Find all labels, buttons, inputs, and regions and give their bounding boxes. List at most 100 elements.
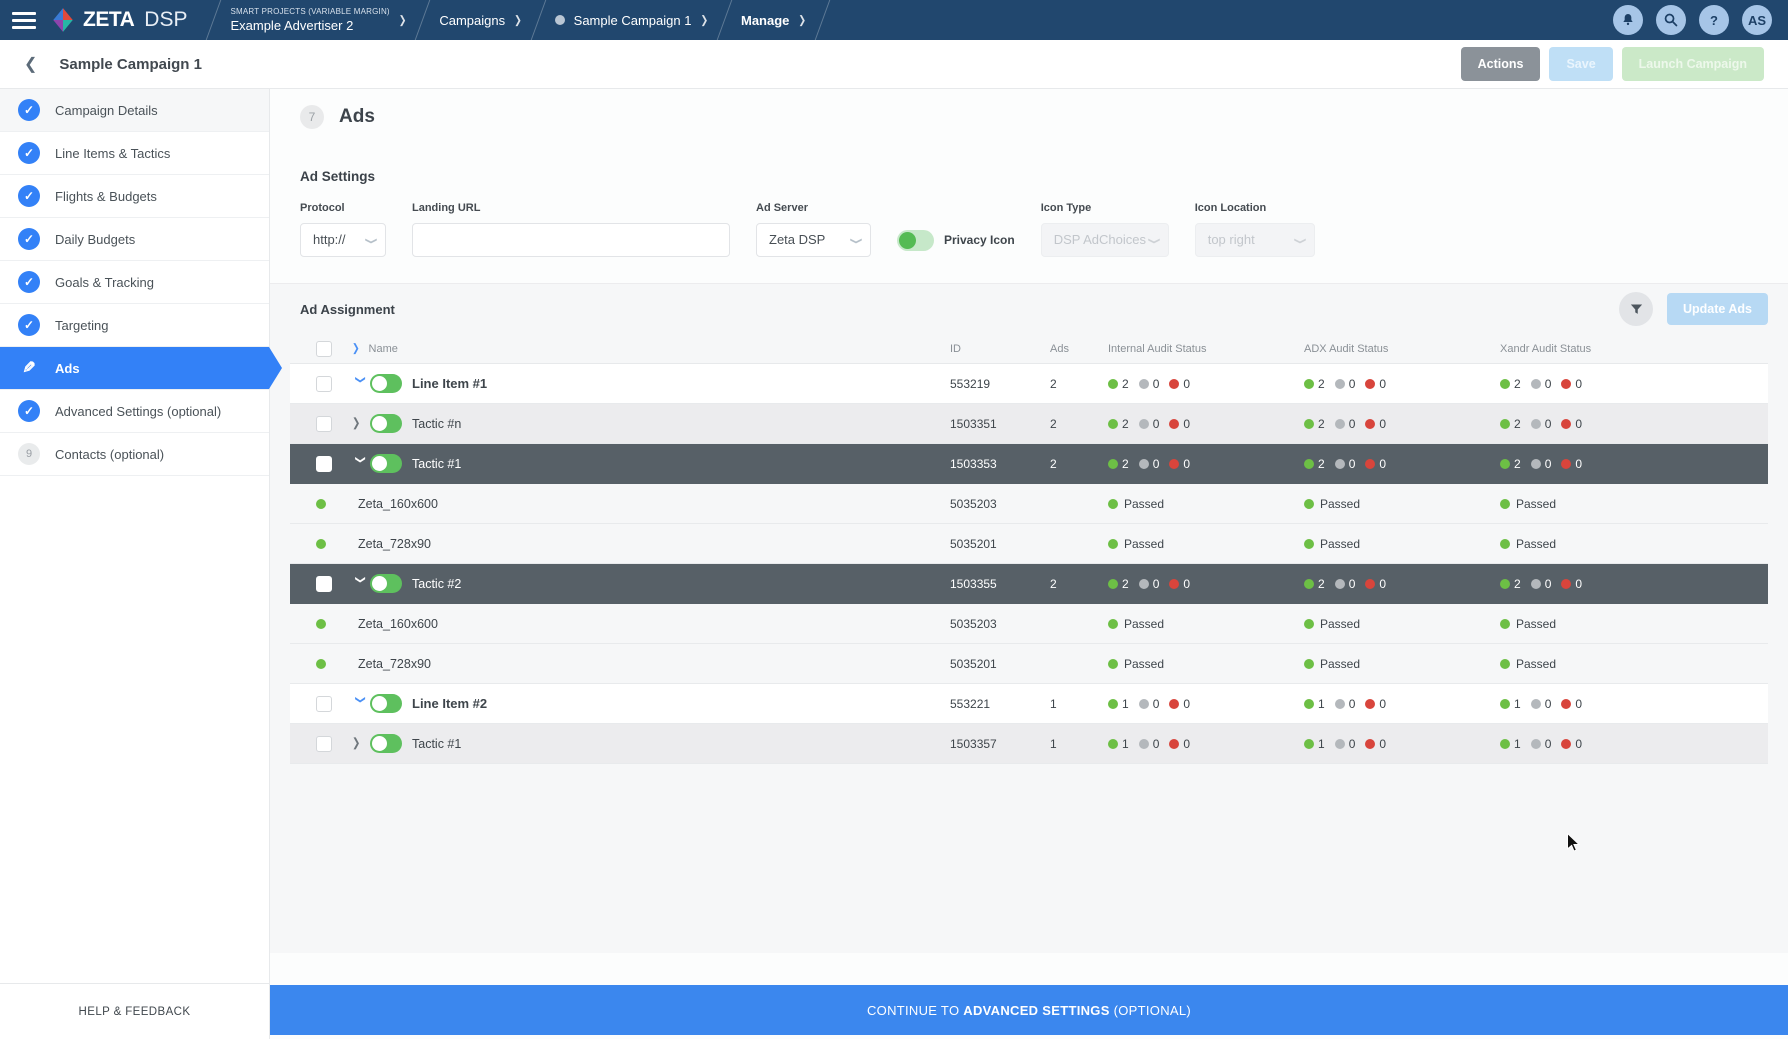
sidebar: ✓Campaign Details✓Line Items & Tactics✓F… (0, 89, 270, 1039)
sidebar-item-flights-budgets[interactable]: ✓Flights & Budgets (0, 175, 269, 218)
enable-toggle[interactable] (370, 454, 402, 473)
row-checkbox[interactable] (316, 736, 332, 752)
red-status-dot-icon (1169, 579, 1179, 589)
ad-server-select[interactable]: Zeta DSP ❯ (756, 223, 871, 257)
brand-logo[interactable]: ZETA DSP (50, 7, 187, 33)
select-all-checkbox[interactable] (316, 341, 332, 357)
hamburger-menu-icon[interactable] (12, 12, 36, 29)
row-checkbox[interactable] (316, 456, 332, 472)
sidebar-item-ads[interactable]: ✎Ads (0, 347, 269, 390)
green-status-dot-icon (1304, 739, 1314, 749)
help-button[interactable]: ? (1699, 5, 1729, 35)
table-row-tactic-1-1503357[interactable]: ❯Tactic #115033571100100100 (290, 724, 1768, 764)
help-feedback-link[interactable]: HELP & FEEDBACK (0, 983, 269, 1039)
breadcrumb-item-example-advertiser-2[interactable]: SMART PROJECTS (VARIABLE MARGIN) Example … (224, 7, 412, 33)
column-header-ads[interactable]: Ads (1050, 343, 1108, 355)
sidebar-item-goals-tracking[interactable]: ✓Goals & Tracking (0, 261, 269, 304)
sidebar-item-contacts-optional[interactable]: 9Contacts (optional) (0, 433, 269, 476)
red-status-dot-icon (1365, 379, 1375, 389)
row-checkbox[interactable] (316, 416, 332, 432)
protocol-select[interactable]: http:// ❯ (300, 223, 386, 257)
landing-url-input[interactable] (412, 223, 730, 257)
breadcrumb-item-manage[interactable]: Manage❯ (735, 13, 812, 28)
green-status-dot-icon (1108, 579, 1118, 589)
breadcrumb-eyebrow: SMART PROJECTS (VARIABLE MARGIN) (230, 7, 389, 16)
row-name: Line Item #2 (412, 696, 487, 711)
breadcrumb-separator (415, 0, 431, 40)
table-row-tactic-1-1503353[interactable]: ❯Tactic #115033532200200200 (290, 444, 1768, 484)
table-row-zeta-728x90-5035201[interactable]: Zeta_728x905035201PassedPassedPassed (290, 524, 1768, 564)
protocol-label: Protocol (300, 202, 386, 214)
sidebar-item-label: Flights & Budgets (55, 189, 157, 204)
row-name: Tactic #2 (412, 577, 461, 591)
sidebar-item-advanced-settings-optional[interactable]: ✓Advanced Settings (optional) (0, 390, 269, 433)
enable-toggle[interactable] (370, 414, 402, 433)
avatar[interactable]: AS (1742, 5, 1772, 35)
back-button[interactable]: ❮ (24, 54, 37, 74)
search-button[interactable] (1656, 5, 1686, 35)
sidebar-nav: ✓Campaign Details✓Line Items & Tactics✓F… (0, 89, 269, 476)
column-header-internal-audit[interactable]: Internal Audit Status (1108, 343, 1304, 355)
save-button[interactable]: Save (1549, 47, 1612, 81)
column-header-name[interactable]: ❯ Name (352, 343, 950, 355)
breadcrumb-item-campaigns[interactable]: Campaigns❯ (433, 13, 527, 28)
chevron-right-icon[interactable]: ❯ (352, 417, 368, 430)
table-row-line-item-1-553219[interactable]: ❯Line Item #15532192200200200 (290, 364, 1768, 404)
table-row-tactic-n-1503351[interactable]: ❯Tactic #n15033512200200200 (290, 404, 1768, 444)
launch-campaign-button[interactable]: Launch Campaign (1622, 47, 1764, 81)
row-checkbox[interactable] (316, 696, 332, 712)
breadcrumb-separator (815, 0, 831, 40)
enable-toggle[interactable] (370, 734, 402, 753)
privacy-icon-toggle[interactable] (897, 230, 934, 251)
breadcrumb-label: Example Advertiser 2 (230, 18, 389, 33)
audit-status-internal: Passed (1108, 617, 1304, 631)
audit-status-xandr: Passed (1500, 497, 1768, 511)
column-header-adx-audit[interactable]: ADX Audit Status (1304, 343, 1500, 355)
page-header: ❮ Sample Campaign 1 Actions Save Launch … (0, 40, 1788, 89)
status-dot-icon (555, 15, 565, 25)
table-row-zeta-160x600-5035203[interactable]: Zeta_160x6005035203PassedPassedPassed (290, 484, 1768, 524)
red-status-dot-icon (1365, 699, 1375, 709)
audit-status-adx: Passed (1304, 497, 1500, 511)
enable-toggle[interactable] (370, 694, 402, 713)
creative-status-dot-icon (316, 499, 326, 509)
row-checkbox[interactable] (316, 376, 332, 392)
chevron-down-icon[interactable]: ❯ (355, 696, 366, 712)
sidebar-item-label: Campaign Details (55, 103, 158, 118)
passed-dot-icon (1304, 619, 1314, 629)
creative-status-dot-icon (316, 659, 326, 669)
notifications-button[interactable] (1613, 5, 1643, 35)
gray-status-dot-icon (1139, 419, 1149, 429)
breadcrumb-label: Sample Campaign 1 (574, 13, 692, 28)
check-circle-icon: ✓ (18, 314, 40, 336)
table-row-tactic-2-1503355[interactable]: ❯Tactic #215033552200200200 (290, 564, 1768, 604)
row-checkbox[interactable] (316, 576, 332, 592)
column-header-id[interactable]: ID (950, 343, 1050, 355)
sidebar-item-line-items-tactics[interactable]: ✓Line Items & Tactics (0, 132, 269, 175)
enable-toggle[interactable] (370, 374, 402, 393)
table-row-zeta-728x90-5035201[interactable]: Zeta_728x905035201PassedPassedPassed (290, 644, 1768, 684)
chevron-down-icon[interactable]: ❯ (355, 456, 366, 472)
table-row-zeta-160x600-5035203[interactable]: Zeta_160x6005035203PassedPassedPassed (290, 604, 1768, 644)
chevron-down-icon[interactable]: ❯ (355, 376, 366, 392)
sidebar-item-targeting[interactable]: ✓Targeting (0, 304, 269, 347)
breadcrumb-item-sample-campaign-1[interactable]: Sample Campaign 1❯ (549, 13, 714, 28)
continue-button[interactable]: CONTINUE TO ADVANCED SETTINGS (OPTIONAL) (270, 985, 1788, 1035)
check-circle-icon: ✓ (18, 99, 40, 121)
chevron-right-icon[interactable]: ❯ (352, 737, 368, 750)
filter-button[interactable] (1619, 292, 1653, 326)
column-header-xandr-audit[interactable]: Xandr Audit Status (1500, 343, 1768, 355)
audit-status-adx: 200 (1304, 417, 1500, 431)
table-row-line-item-2-553221[interactable]: ❯Line Item #25532211100100100 (290, 684, 1768, 724)
question-mark-icon: ? (1710, 13, 1718, 28)
sidebar-item-daily-budgets[interactable]: ✓Daily Budgets (0, 218, 269, 261)
audit-status-adx: 200 (1304, 377, 1500, 391)
actions-button[interactable]: Actions (1461, 47, 1541, 81)
gray-status-dot-icon (1335, 419, 1345, 429)
chevron-down-icon[interactable]: ❯ (355, 576, 366, 592)
enable-toggle[interactable] (370, 574, 402, 593)
sidebar-item-campaign-details[interactable]: ✓ Campaign Details (0, 89, 269, 132)
update-ads-button[interactable]: Update Ads (1667, 293, 1768, 325)
green-status-dot-icon (1304, 459, 1314, 469)
row-ads-count: 2 (1050, 457, 1108, 471)
